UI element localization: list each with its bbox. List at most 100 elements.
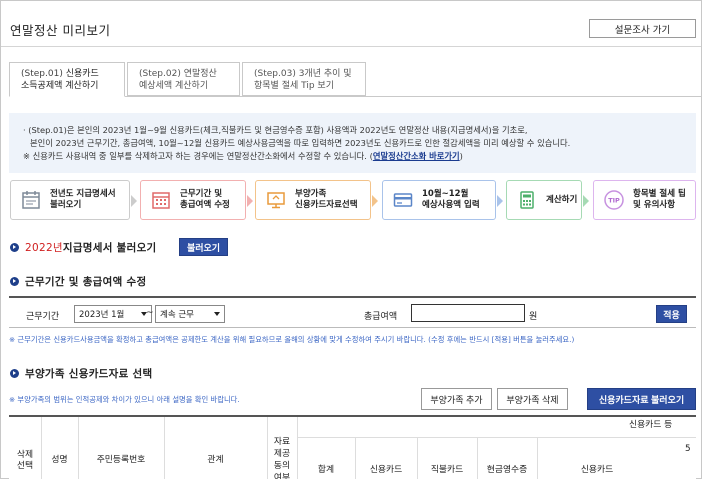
col-total: 합계 xyxy=(317,465,335,475)
title-divider xyxy=(1,46,701,47)
section-title: 부양가족 신용카드자료 선택 xyxy=(25,368,153,380)
tab-step-03[interactable]: (Step.03) 3개년 추이 및 항목별 절세 Tip 보기 xyxy=(242,62,366,96)
section-title: 근무기간 및 총급여액 수정 xyxy=(25,276,147,288)
calendar-icon xyxy=(150,189,172,211)
step-prev-statement: 전년도 지급명세서 불러오기 xyxy=(10,180,137,220)
step-line-1: 계산하기 xyxy=(546,194,578,205)
step-calculate: 계산하기 xyxy=(506,180,589,220)
start-month-select[interactable]: 2023년 1월 xyxy=(74,305,152,323)
step-tax-tips: TIP 항목별 절세 팁및 유의사항 xyxy=(593,180,696,220)
col-header-line: 삭제 xyxy=(16,450,34,460)
work-period-form: 근무기간 2023년 1월 ~ 계속 근무 총급여액 원 적용 xyxy=(9,296,696,328)
step-work-period: 근무기간 및 총급여액 수정 xyxy=(140,180,253,220)
credit-card-icon xyxy=(392,189,414,211)
load-statement-button[interactable]: 불러오기 xyxy=(179,238,228,256)
step-line-1: 전년도 지급명세서 xyxy=(50,189,116,199)
simplified-service-link[interactable]: 연말정산간소화 바로가기 xyxy=(373,151,460,161)
step-arrow xyxy=(372,195,378,207)
col-name: 성명 xyxy=(51,455,68,465)
step-line-2: 불러오기 xyxy=(50,200,82,210)
tab-step-02[interactable]: (Step.02) 연말정산 예상세액 계산하기 xyxy=(127,62,240,96)
step-arrow xyxy=(497,195,503,207)
col-provide-consent: 자료 제공 동의 여부 xyxy=(267,436,297,479)
section-dependents: 부양가족 신용카드자료 선택 xyxy=(10,366,152,381)
work-period-label: 근무기간 xyxy=(26,312,60,322)
step-line-2: 신용카드자료선택 xyxy=(295,200,358,210)
section-bullet-icon xyxy=(10,243,19,252)
svg-text:TIP: TIP xyxy=(608,197,620,205)
step-arrow xyxy=(247,195,253,207)
info-line-3-end: ) xyxy=(459,151,463,161)
tab-step-subtitle: 예상세액 계산하기 xyxy=(139,81,209,91)
col-divider xyxy=(164,417,165,479)
col-card-group: 신용카드 등 xyxy=(629,420,673,430)
col-divider xyxy=(41,417,42,479)
total-salary-label: 총급여액 xyxy=(364,312,398,322)
step-flow: 전년도 지급명세서 불러오기 근무기간 및 총급여액 수정 부양가족 신용카드자료선택… xyxy=(10,180,696,220)
calendar-doc-icon xyxy=(20,189,42,211)
step-line-1: 10월~12월 xyxy=(422,189,469,199)
dependents-table: 삭제 선택 성명 주민등록번호 관계 자료 제공 동의 여부 신용카드 등 5 … xyxy=(9,415,696,479)
step-line-1: 항목별 절세 팁 xyxy=(633,189,686,199)
tab-step-01[interactable]: (Step.01) 신용카드 소득공제액 계산하기 xyxy=(9,62,125,97)
step-line-2: 및 유의사항 xyxy=(633,200,676,210)
section-bullet-icon xyxy=(10,369,19,378)
chevron-down-icon xyxy=(214,312,220,316)
tab-step-label: (Step.01) xyxy=(21,69,63,79)
step-expected-usage: 10월~12월 예상사용액 입력 xyxy=(382,180,503,220)
delete-dependent-button[interactable]: 부양가족 삭제 xyxy=(497,388,568,410)
step-line-1: 부양가족 xyxy=(295,189,327,199)
dependents-note: ※ 부양가족의 범위는 인적공제와 차이가 있으니 아래 설명을 확인 바랍니다… xyxy=(9,395,240,404)
col-header-line: 여부 xyxy=(273,473,291,479)
start-month-value: 2023년 1월 xyxy=(79,310,125,320)
col-header-line: 선택 xyxy=(16,461,34,471)
col-header-line: 제공 xyxy=(273,449,291,459)
info-line-2: 본인이 2023년 근무기간, 총급여액, 10월~12월 신용카드 예상사용금… xyxy=(30,138,571,148)
col-delete-select: 삭제 선택 xyxy=(9,450,41,472)
end-month-select[interactable]: 계속 근무 xyxy=(155,305,225,323)
col-debit-card: 직불카드 xyxy=(430,465,464,475)
row-divider xyxy=(297,437,696,438)
step-line-2: 총급여액 수정 xyxy=(180,200,230,210)
step-line-1: 근무기간 및 xyxy=(180,189,223,199)
col-divider xyxy=(78,417,79,479)
tab-step-title: 신용카드 xyxy=(62,69,99,79)
col-credit-card-2: 신용카드 xyxy=(580,465,614,475)
section-title: 지급명세서 불러오기 xyxy=(62,242,157,254)
tab-step-subtitle: 항목별 절세 Tip 보기 xyxy=(254,81,334,91)
tab-step-label: (Step.03) xyxy=(254,69,296,79)
range-tilde: ~ xyxy=(146,308,154,318)
step-dependents: 부양가족 신용카드자료선택 xyxy=(255,180,378,220)
add-dependent-button[interactable]: 부양가족 추가 xyxy=(421,388,492,410)
step-arrow xyxy=(583,195,589,207)
info-line-1: · (Step.01)은 본인의 2023년 1월~9월 신용카드(체크,직불카… xyxy=(23,125,528,135)
info-line-3-text: ※ 신용카드 사용내역 중 일부를 삭제하고자 하는 경우에는 연말정산간소화에… xyxy=(23,151,373,161)
col-header-line: 자료 xyxy=(273,437,291,447)
col-relation: 관계 xyxy=(207,455,224,465)
tab-step-title: 연말정산 xyxy=(180,69,217,79)
section-prev-statement: 2022년 지급명세서 불러오기 xyxy=(10,240,157,255)
total-salary-input[interactable] xyxy=(411,304,525,322)
info-box: · (Step.01)은 본인의 2023년 1월~9월 신용카드(체크,직불카… xyxy=(9,113,696,173)
tab-step-label: (Step.02) xyxy=(139,69,181,79)
load-card-data-button[interactable]: 신용카드자료 불러오기 xyxy=(587,388,696,410)
monitor-icon xyxy=(265,189,287,211)
page-title: 연말정산 미리보기 xyxy=(10,23,111,38)
col-rrn: 주민등록번호 xyxy=(96,455,146,465)
survey-button[interactable]: 설문조사 가기 xyxy=(589,19,696,38)
col-credit-card: 신용카드 xyxy=(369,465,403,475)
col-cash-receipt: 현금영수증 xyxy=(486,465,528,475)
info-line-3: ※ 신용카드 사용내역 중 일부를 삭제하고자 하는 경우에는 연말정산간소화에… xyxy=(23,150,686,163)
col-header-line: 동의 xyxy=(273,461,291,471)
tab-step-title: 3개년 추이 및 xyxy=(295,69,352,79)
step-line-2: 예상사용액 입력 xyxy=(422,200,480,210)
calculator-icon xyxy=(516,189,538,211)
section-work-period: 근무기간 및 총급여액 수정 xyxy=(10,274,146,289)
work-period-note: ※ 근무기간은 신용카드사용금액을 확정하고 총급여액은 공제한도 계산을 위해… xyxy=(9,335,575,344)
tab-step-subtitle: 소득공제액 계산하기 xyxy=(21,81,99,91)
salary-unit: 원 xyxy=(529,312,538,322)
tip-icon: TIP xyxy=(603,189,625,211)
col-sub-num: 5 xyxy=(685,444,691,454)
end-month-value: 계속 근무 xyxy=(160,310,194,320)
apply-button[interactable]: 적용 xyxy=(656,305,687,323)
